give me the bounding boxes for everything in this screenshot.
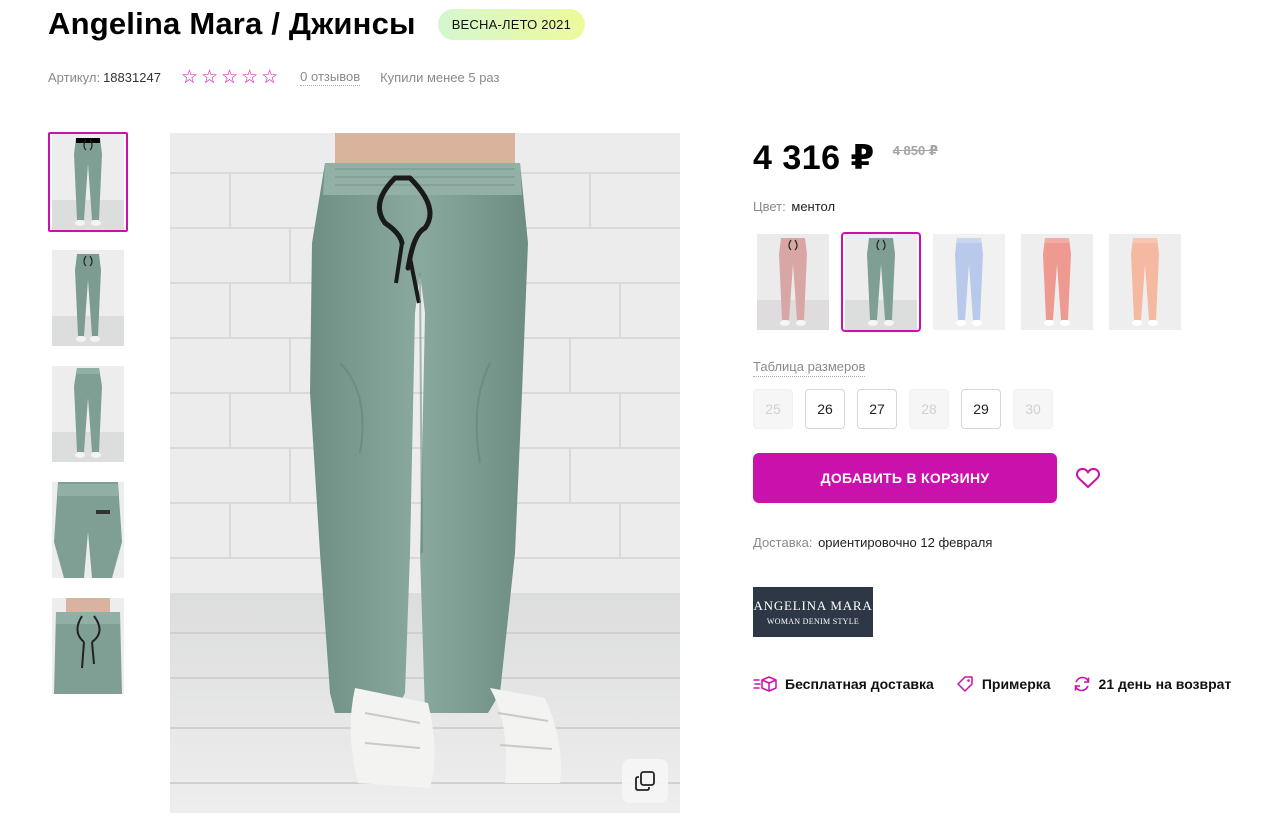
size-option-26[interactable]: 26 <box>805 389 845 429</box>
thumbnail-image <box>52 366 124 462</box>
thumbnail-waist-closeup[interactable] <box>48 596 128 696</box>
favorite-button[interactable] <box>1075 466 1101 490</box>
thumbnail-front-full[interactable] <box>48 132 128 232</box>
bought-count: Купили менее 5 раз <box>380 70 500 85</box>
features-row: Бесплатная доставка Примерка 21 день на … <box>753 675 1231 693</box>
thumbnail-image <box>52 250 124 346</box>
feature-label: Бесплатная доставка <box>785 676 934 692</box>
expand-photo-button[interactable] <box>622 759 668 803</box>
star-icon: ☆ <box>241 67 259 88</box>
rating-stars[interactable]: ☆ ☆ ☆ ☆ ☆ <box>181 68 278 87</box>
size-option-28: 28 <box>909 389 949 429</box>
feature-return[interactable]: 21 день на возврат <box>1073 675 1232 693</box>
thumbnail-front-full-2[interactable] <box>48 248 128 348</box>
thumbnail-list <box>48 132 128 712</box>
star-icon: ☆ <box>261 67 279 88</box>
star-icon: ☆ <box>180 67 198 88</box>
add-to-cart-button[interactable]: ДОБАВИТЬ В КОРЗИНУ <box>753 453 1057 503</box>
delivery-label: Доставка: <box>753 535 813 550</box>
thumbnail-back-full[interactable] <box>48 364 128 464</box>
feature-fitting[interactable]: Примерка <box>956 675 1051 693</box>
star-icon: ☆ <box>221 67 239 88</box>
thumbnail-image <box>52 482 124 578</box>
main-product-photo[interactable] <box>170 133 680 813</box>
price-block: 4 316 ₽ 4 850 ₽ <box>753 138 938 178</box>
feature-label: Примерка <box>981 676 1051 692</box>
color-swatches <box>753 232 1193 332</box>
tag-icon <box>957 676 973 692</box>
size-option-27[interactable]: 27 <box>857 389 897 429</box>
star-icon: ☆ <box>200 67 219 88</box>
heart-icon <box>1076 467 1100 488</box>
swatch-light-blue[interactable] <box>929 232 1009 332</box>
delivery-info: Доставка: ориентировочно 12 февраля <box>753 535 992 550</box>
size-table-link[interactable]: Таблица размеров <box>753 359 866 377</box>
delivery-box-icon <box>753 676 777 692</box>
swatch-peach[interactable] <box>1105 232 1185 332</box>
article-label: Артикул: <box>48 70 101 85</box>
size-option-25: 25 <box>753 389 793 429</box>
brand-name: ANGELINA MARA <box>753 598 873 613</box>
price-old: 4 850 ₽ <box>892 143 938 158</box>
swatch-coral[interactable] <box>1017 232 1097 332</box>
season-badge: ВЕСНА-ЛЕТО 2021 <box>437 8 586 40</box>
swatch-image <box>933 234 1005 330</box>
swatch-pink[interactable] <box>753 232 833 332</box>
price-current: 4 316 ₽ <box>753 139 875 177</box>
color-label-text: Цвет: <box>753 199 786 214</box>
color-label: Цвет: ментол <box>753 199 835 214</box>
swatch-image <box>1021 234 1093 330</box>
size-option-29[interactable]: 29 <box>961 389 1001 429</box>
reviews-link[interactable]: 0 отзывов <box>300 69 361 86</box>
feature-label: 21 день на возврат <box>1098 676 1232 692</box>
product-photo-image <box>170 133 680 813</box>
brand-tagline: WOMAN DENIM STYLE <box>766 617 860 626</box>
swatch-image <box>1109 234 1181 330</box>
delivery-value: ориентировочно 12 февраля <box>818 535 993 550</box>
brand-logo[interactable]: ANGELINA MARA WOMAN DENIM STYLE <box>753 587 873 637</box>
expand-icon <box>635 771 655 791</box>
article-value[interactable]: 18831247 <box>103 70 161 85</box>
thumbnail-back-closeup[interactable] <box>48 480 128 580</box>
feature-free-delivery[interactable]: Бесплатная доставка <box>753 675 934 693</box>
thumbnail-image <box>52 134 124 230</box>
color-value: ментол <box>791 199 836 214</box>
add-to-cart-label: ДОБАВИТЬ В КОРЗИНУ <box>820 470 990 486</box>
size-selector: 25 26 27 28 29 30 <box>753 389 1053 429</box>
size-option-30: 30 <box>1013 389 1053 429</box>
swatch-mint[interactable] <box>841 232 921 332</box>
thumbnail-image <box>52 598 124 694</box>
product-title: Angelina Mara / Джинсы <box>48 6 416 41</box>
return-icon <box>1074 676 1089 692</box>
swatch-image <box>845 234 917 330</box>
meta-row: Артикул: 18831247 ☆ ☆ ☆ ☆ ☆ 0 отзывов Ку… <box>48 68 499 87</box>
swatch-image <box>757 234 829 330</box>
title-row: Angelina Mara / Джинсы ВЕСНА-ЛЕТО 2021 <box>48 6 586 42</box>
